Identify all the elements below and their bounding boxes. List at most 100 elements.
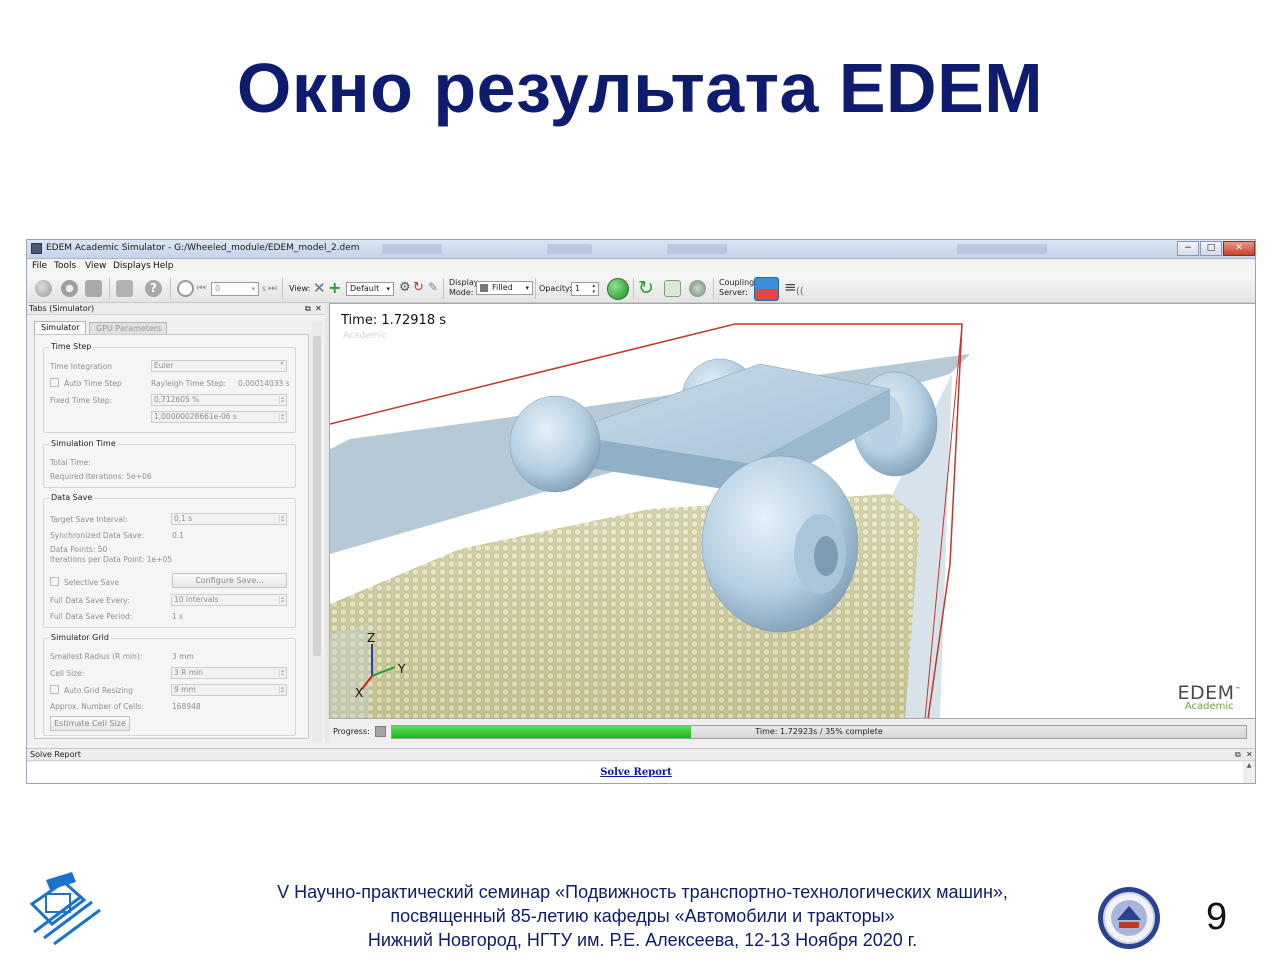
simulation-viewport[interactable]: Z Y X Time: 1.72918 s Academic EDEM™ Aca… bbox=[329, 303, 1255, 719]
coupling-icon[interactable] bbox=[754, 277, 779, 301]
synchronized-data-save-label: Synchronized Data Save: bbox=[50, 531, 145, 540]
background-taskbar-item bbox=[957, 244, 1047, 254]
coupling-label-line2: Server: bbox=[719, 288, 748, 297]
background-taskbar-item bbox=[547, 244, 592, 254]
coupling-server-label: Coupling Server: bbox=[719, 278, 754, 298]
chevron-down-icon: ▾ bbox=[280, 360, 284, 367]
panel-scrollbar[interactable] bbox=[312, 322, 322, 742]
time-step-value: 0 bbox=[215, 284, 221, 293]
reel-icon[interactable] bbox=[61, 280, 78, 297]
window-title: EDEM Academic Simulator - G:/Wheeled_mod… bbox=[46, 243, 360, 253]
reset-icon[interactable]: ↻ bbox=[413, 280, 424, 295]
panel-header-title: Tabs (Simulator) bbox=[29, 304, 95, 313]
disk-icon[interactable] bbox=[85, 280, 102, 297]
time-step-group: Time Step Time Integration Euler ▾ Auto T… bbox=[43, 342, 296, 433]
simulation-time-title: Simulation Time bbox=[49, 439, 118, 448]
opacity-input[interactable]: 1 ▴ ▾ bbox=[571, 282, 599, 296]
minimize-button[interactable]: − bbox=[1177, 241, 1199, 256]
display-mode-select[interactable]: Filled ▾ bbox=[476, 281, 533, 295]
settings-icon[interactable] bbox=[689, 280, 706, 297]
title-bar: EDEM Academic Simulator - G:/Wheeled_mod… bbox=[27, 240, 1255, 259]
full-data-save-every-label: Full Data Save Every: bbox=[50, 596, 130, 605]
auto-grid-resizing-checkbox[interactable] bbox=[50, 685, 59, 694]
fixed-time-step-percent-input[interactable]: 0,712605 % ▴ ▾ bbox=[151, 394, 287, 406]
float-icon[interactable]: ⧉ bbox=[305, 303, 311, 315]
smallest-radius-value: 3 mm bbox=[172, 652, 194, 661]
display-mode-value: Filled bbox=[492, 283, 513, 292]
iterations-per-data-point: Iterations per Data Point: 1e+05 bbox=[50, 555, 172, 564]
academic-watermark: Academic bbox=[343, 331, 387, 341]
menu-help[interactable]: Help bbox=[153, 261, 174, 271]
toolbar-separator bbox=[282, 278, 283, 299]
close-button[interactable]: ✕ bbox=[1223, 241, 1255, 256]
toolbar-separator bbox=[109, 278, 110, 299]
footer-line-2: посвященный 85-летию кафедры «Автомобили… bbox=[390, 906, 895, 926]
time-step-input[interactable]: 0 ▾ bbox=[211, 282, 259, 296]
close-panel-icon[interactable]: ✕ bbox=[315, 303, 322, 315]
spin-icon: ▴ ▾ bbox=[279, 669, 285, 678]
help-icon[interactable]: ? bbox=[145, 280, 162, 297]
cell-size-input[interactable]: 3 R min ▴ ▾ bbox=[171, 667, 287, 679]
auto-grid-resizing-input[interactable]: 9 mm ▴ ▾ bbox=[171, 684, 287, 696]
target-save-interval-input[interactable]: 0,1 s ▴ ▾ bbox=[171, 513, 287, 525]
rewind-icon[interactable]: ⏮ bbox=[197, 283, 206, 294]
stop-button[interactable] bbox=[375, 726, 386, 737]
solve-report-link[interactable]: Solve Report bbox=[27, 767, 1245, 778]
opacity-value: 1 bbox=[575, 284, 581, 293]
add-icon[interactable]: + bbox=[328, 278, 341, 297]
footer: V Научно-практический семинар «Подвижнос… bbox=[190, 880, 1095, 952]
spin-icon: ▴ ▾ bbox=[279, 396, 285, 405]
auto-time-step-checkbox[interactable] bbox=[50, 378, 59, 387]
container-front-glass bbox=[330, 624, 370, 718]
full-data-save-every-input[interactable]: 10 intervals ▴ ▾ bbox=[171, 594, 287, 606]
refresh-icon[interactable]: ↻ bbox=[638, 277, 654, 299]
view-select[interactable]: Default ▾ bbox=[346, 282, 394, 296]
edem-logo: EDEM™ Academic bbox=[1177, 682, 1241, 712]
approx-cells-value: 168948 bbox=[172, 702, 201, 711]
cell-size-value: 3 R min bbox=[174, 668, 203, 677]
wifi-signal-icon: (( bbox=[796, 286, 804, 297]
solve-report-title: Solve Report bbox=[30, 750, 81, 759]
menu-tools[interactable]: Tools bbox=[54, 261, 76, 271]
maximize-button[interactable]: □ bbox=[1200, 241, 1222, 256]
slide: Окно результата EDEM EDEM Academic Simul… bbox=[0, 0, 1280, 966]
save-icon[interactable] bbox=[116, 280, 133, 297]
timer-icon[interactable] bbox=[177, 280, 194, 297]
rayleigh-label: Rayleigh Time Step: bbox=[151, 379, 227, 388]
cell-size-label: Cell Size: bbox=[50, 669, 85, 678]
wheel-front-left bbox=[509, 395, 601, 493]
spheres-icon[interactable] bbox=[607, 278, 629, 300]
axis-y-label: Y bbox=[397, 662, 406, 676]
app-icon bbox=[31, 243, 42, 254]
chevron-down-icon: ▾ bbox=[525, 284, 529, 292]
sync-icon[interactable] bbox=[664, 280, 681, 297]
gear-icon[interactable]: ⚙ bbox=[399, 280, 411, 295]
fixed-time-step-seconds-input[interactable]: 1,00000028661e-06 s ▴ ▾ bbox=[151, 411, 287, 423]
department-logo bbox=[29, 872, 101, 946]
float-icon[interactable]: ⧉ bbox=[1235, 750, 1241, 760]
time-integration-select[interactable]: Euler ▾ bbox=[151, 360, 287, 372]
selective-save-checkbox[interactable] bbox=[50, 577, 59, 586]
close-panel-icon[interactable]: ✕ bbox=[1246, 750, 1253, 759]
view-label: View: bbox=[289, 284, 311, 293]
full-data-save-period-value: 1 s bbox=[172, 612, 184, 621]
display-label-line2: Mode: bbox=[449, 288, 474, 297]
axes-icon[interactable]: ✕ bbox=[313, 279, 326, 297]
brush-icon[interactable]: ✎ bbox=[428, 280, 438, 294]
toolbar: ? ⏮ 0 ▾ s ⏭ View: ✕ + Default ▾ ⚙ ↻ ✎ Disp… bbox=[27, 274, 1255, 303]
menu-file[interactable]: File bbox=[32, 261, 47, 271]
wifi-icon[interactable]: ≡ bbox=[784, 278, 797, 296]
tab-simulator[interactable]: Simulator bbox=[34, 321, 86, 334]
simulator-tab-body: Time Step Time Integration Euler ▾ Auto T… bbox=[34, 334, 309, 739]
menu-displays[interactable]: Displays bbox=[113, 261, 151, 271]
menu-view[interactable]: View bbox=[85, 261, 106, 271]
scrollbar-thumb[interactable] bbox=[313, 336, 321, 656]
configure-save-button[interactable]: Configure Save... bbox=[172, 573, 287, 588]
fast-forward-icon[interactable]: ⏭ bbox=[268, 283, 277, 294]
solve-report-scrollbar[interactable]: ▲ bbox=[1243, 762, 1255, 783]
simulator-grid-title: Simulator Grid bbox=[49, 633, 111, 642]
target-save-interval-value: 0,1 s bbox=[174, 514, 193, 523]
simulation-scene: Z Y X bbox=[330, 323, 970, 718]
particle-icon[interactable] bbox=[35, 280, 52, 297]
estimate-cell-size-button[interactable]: Estimate Cell Size bbox=[50, 716, 130, 731]
